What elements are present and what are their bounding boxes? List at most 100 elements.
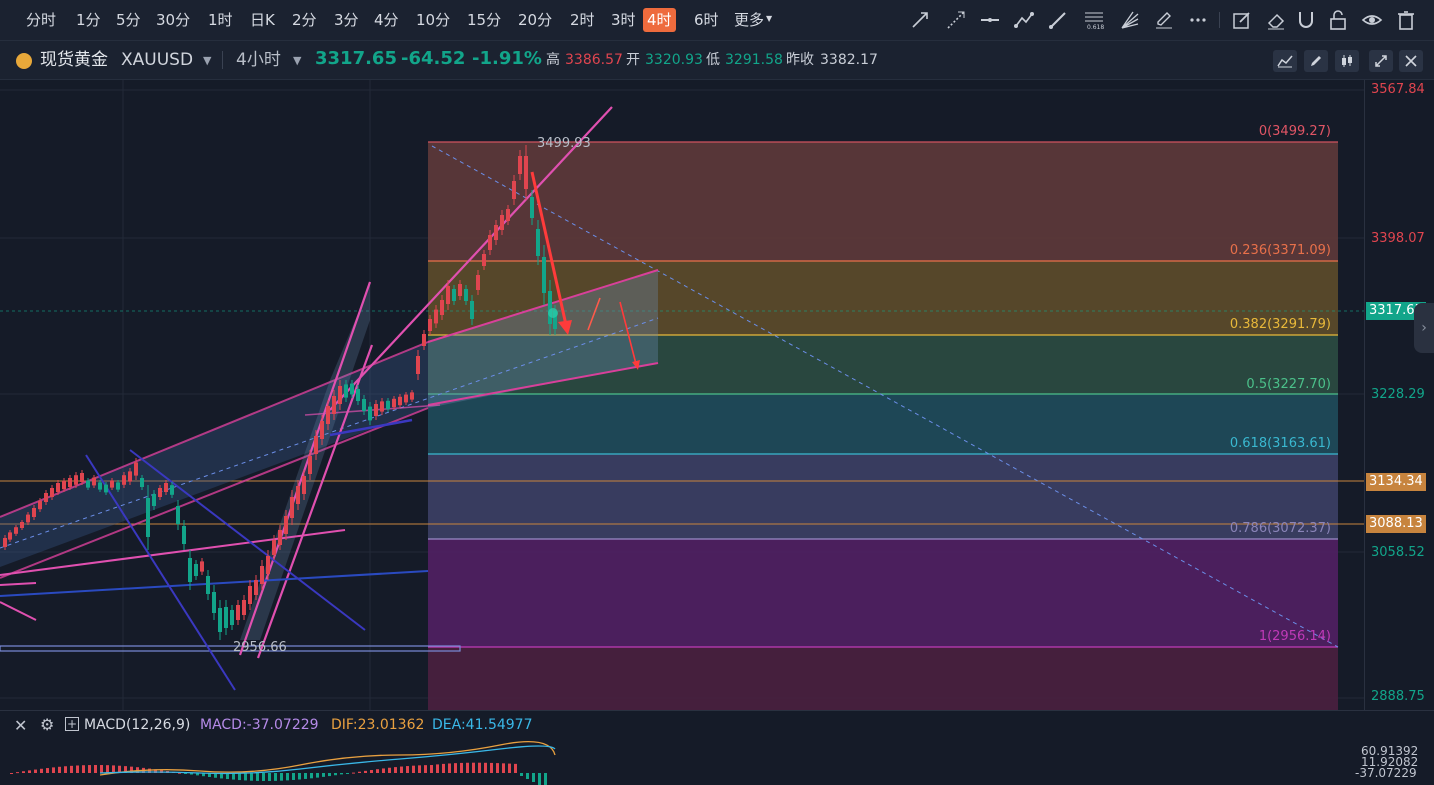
timeframe-tab-5[interactable]: 日K (246, 8, 279, 32)
timeframe-tab-6[interactable]: 2分 (288, 8, 321, 32)
close-icon[interactable]: ✕ (14, 716, 27, 735)
fibonacci-icon[interactable]: 0.618 (1082, 8, 1106, 32)
timeframe-tab-13[interactable]: 3时 (607, 8, 640, 32)
macd-bar (292, 773, 295, 780)
close-icon (1405, 55, 1417, 67)
price-tag-2[interactable]: 3088.13 (1366, 515, 1426, 533)
low-label: 低 (706, 52, 720, 68)
timeframe-tab-12[interactable]: 2时 (566, 8, 599, 32)
more-dropdown-icon[interactable]: ▼ (766, 14, 772, 23)
candle-body (524, 156, 528, 189)
timeframe-tab-8[interactable]: 4分 (370, 8, 403, 32)
timeframe-tab-10[interactable]: 15分 (463, 8, 505, 32)
gann-fan-icon[interactable] (1118, 8, 1142, 32)
timeframe-tab-1[interactable]: 1分 (72, 8, 105, 32)
candle-body (518, 156, 522, 174)
trash-icon[interactable] (1394, 8, 1418, 32)
candle-body (332, 396, 336, 414)
extended-line-icon[interactable] (944, 8, 968, 32)
candle-body (218, 608, 222, 632)
polyline-icon[interactable] (1012, 8, 1036, 32)
macd-panel[interactable]: ✕ ⚙ + MACD(12,26,9) MACD:-37.07229 DIF:2… (0, 710, 1434, 785)
parallel-channel-icon[interactable] (1046, 8, 1070, 32)
draw-button[interactable] (1304, 50, 1328, 72)
base-line-short-2[interactable] (0, 601, 37, 621)
price-change-pct: -1.91% (472, 48, 542, 69)
timeframe-tab-14[interactable]: 4时 (643, 8, 676, 32)
add-indicator-icon[interactable]: + (65, 717, 79, 731)
fib-label-6: 1(2956.14) (1258, 629, 1331, 644)
candle-body (326, 406, 330, 424)
candle-body (164, 483, 168, 492)
macd-bar (280, 773, 283, 781)
prev-close-value: 3382.17 (820, 52, 878, 68)
settings-icon[interactable]: ⚙ (40, 715, 54, 734)
macd-bar (88, 765, 91, 773)
candle-body (488, 235, 492, 250)
timeframe-tab-15[interactable]: 6时 (690, 8, 723, 32)
candle-body (344, 384, 348, 398)
timeframe-tab-9[interactable]: 10分 (412, 8, 454, 32)
lock-icon[interactable] (1326, 8, 1350, 32)
chart-canvas[interactable] (0, 80, 1364, 710)
macd-bar (400, 766, 403, 773)
timeframe-tab-16[interactable]: 更多 (730, 8, 768, 32)
low-zone-box[interactable] (0, 645, 461, 652)
magnet-icon[interactable] (1294, 8, 1318, 32)
fibonacci-retracement[interactable] (428, 141, 1338, 710)
blue-downline-2[interactable] (129, 449, 366, 631)
candle-body (146, 498, 150, 537)
macd-bar (82, 765, 85, 773)
fib-band-0 (428, 142, 1338, 261)
candle-body (80, 473, 84, 482)
timeframe-tab-3[interactable]: 30分 (152, 8, 194, 32)
macd-bar (460, 762, 463, 773)
timeframe-tab-4[interactable]: 1时 (204, 8, 237, 32)
more-dots-icon[interactable] (1186, 8, 1210, 32)
symbol-name[interactable]: 现货黄金 (40, 50, 108, 70)
symbol-code[interactable]: XAUUSD (121, 50, 193, 70)
symbol-dropdown-icon[interactable]: ▼ (203, 51, 211, 71)
candle-body (296, 486, 300, 504)
pen-icon[interactable] (1152, 8, 1176, 32)
eye-icon[interactable] (1360, 8, 1384, 32)
candle-body (182, 526, 186, 544)
timeframe-tab-2[interactable]: 5分 (112, 8, 145, 32)
price-axis[interactable]: 3567.84 3398.07 3228.29 3058.52 2888.75 3317.… (1364, 80, 1434, 710)
candle-body (266, 556, 270, 574)
edit-icon[interactable] (1230, 8, 1254, 32)
macd-bar (436, 764, 439, 773)
candle-body (74, 475, 78, 485)
candle-body (242, 600, 246, 615)
base-line-short[interactable] (0, 582, 37, 586)
macd-bar (70, 765, 73, 773)
timeframe-tab-0[interactable]: 分时 (22, 8, 60, 32)
candle-body (338, 386, 342, 404)
open-label: 开 (626, 52, 640, 68)
candle-body (416, 356, 420, 374)
price-tag-1[interactable]: 3134.34 (1366, 473, 1426, 491)
price-chart[interactable]: 3499.93 2956.66 0(3499.27) 0.236(3371.09)… (0, 80, 1364, 710)
candle-body (104, 484, 108, 493)
period-selector[interactable]: 4小时 (236, 50, 281, 70)
eraser-icon[interactable] (1264, 8, 1288, 32)
close-chart-button[interactable] (1399, 50, 1423, 72)
timeframe-tab-11[interactable]: 20分 (514, 8, 556, 32)
candle-type-button[interactable] (1335, 50, 1359, 72)
candle-body (392, 398, 396, 408)
macd-bar (16, 772, 19, 774)
timeframe-tab-7[interactable]: 3分 (330, 8, 363, 32)
candle-body (320, 421, 324, 439)
candle-body (248, 586, 252, 604)
horizontal-line-icon[interactable] (978, 8, 1002, 32)
period-dropdown-icon[interactable]: ▼ (293, 51, 301, 71)
macd-bar (238, 773, 241, 781)
candle-body (110, 480, 114, 488)
candle-body (464, 289, 468, 301)
collapse-panel-icon[interactable]: › (1414, 303, 1434, 353)
candle-body (500, 215, 504, 230)
trend-line-icon[interactable] (908, 8, 932, 32)
candle-body (212, 592, 216, 613)
fullscreen-button[interactable] (1369, 50, 1393, 72)
indicator-button[interactable] (1273, 50, 1297, 72)
